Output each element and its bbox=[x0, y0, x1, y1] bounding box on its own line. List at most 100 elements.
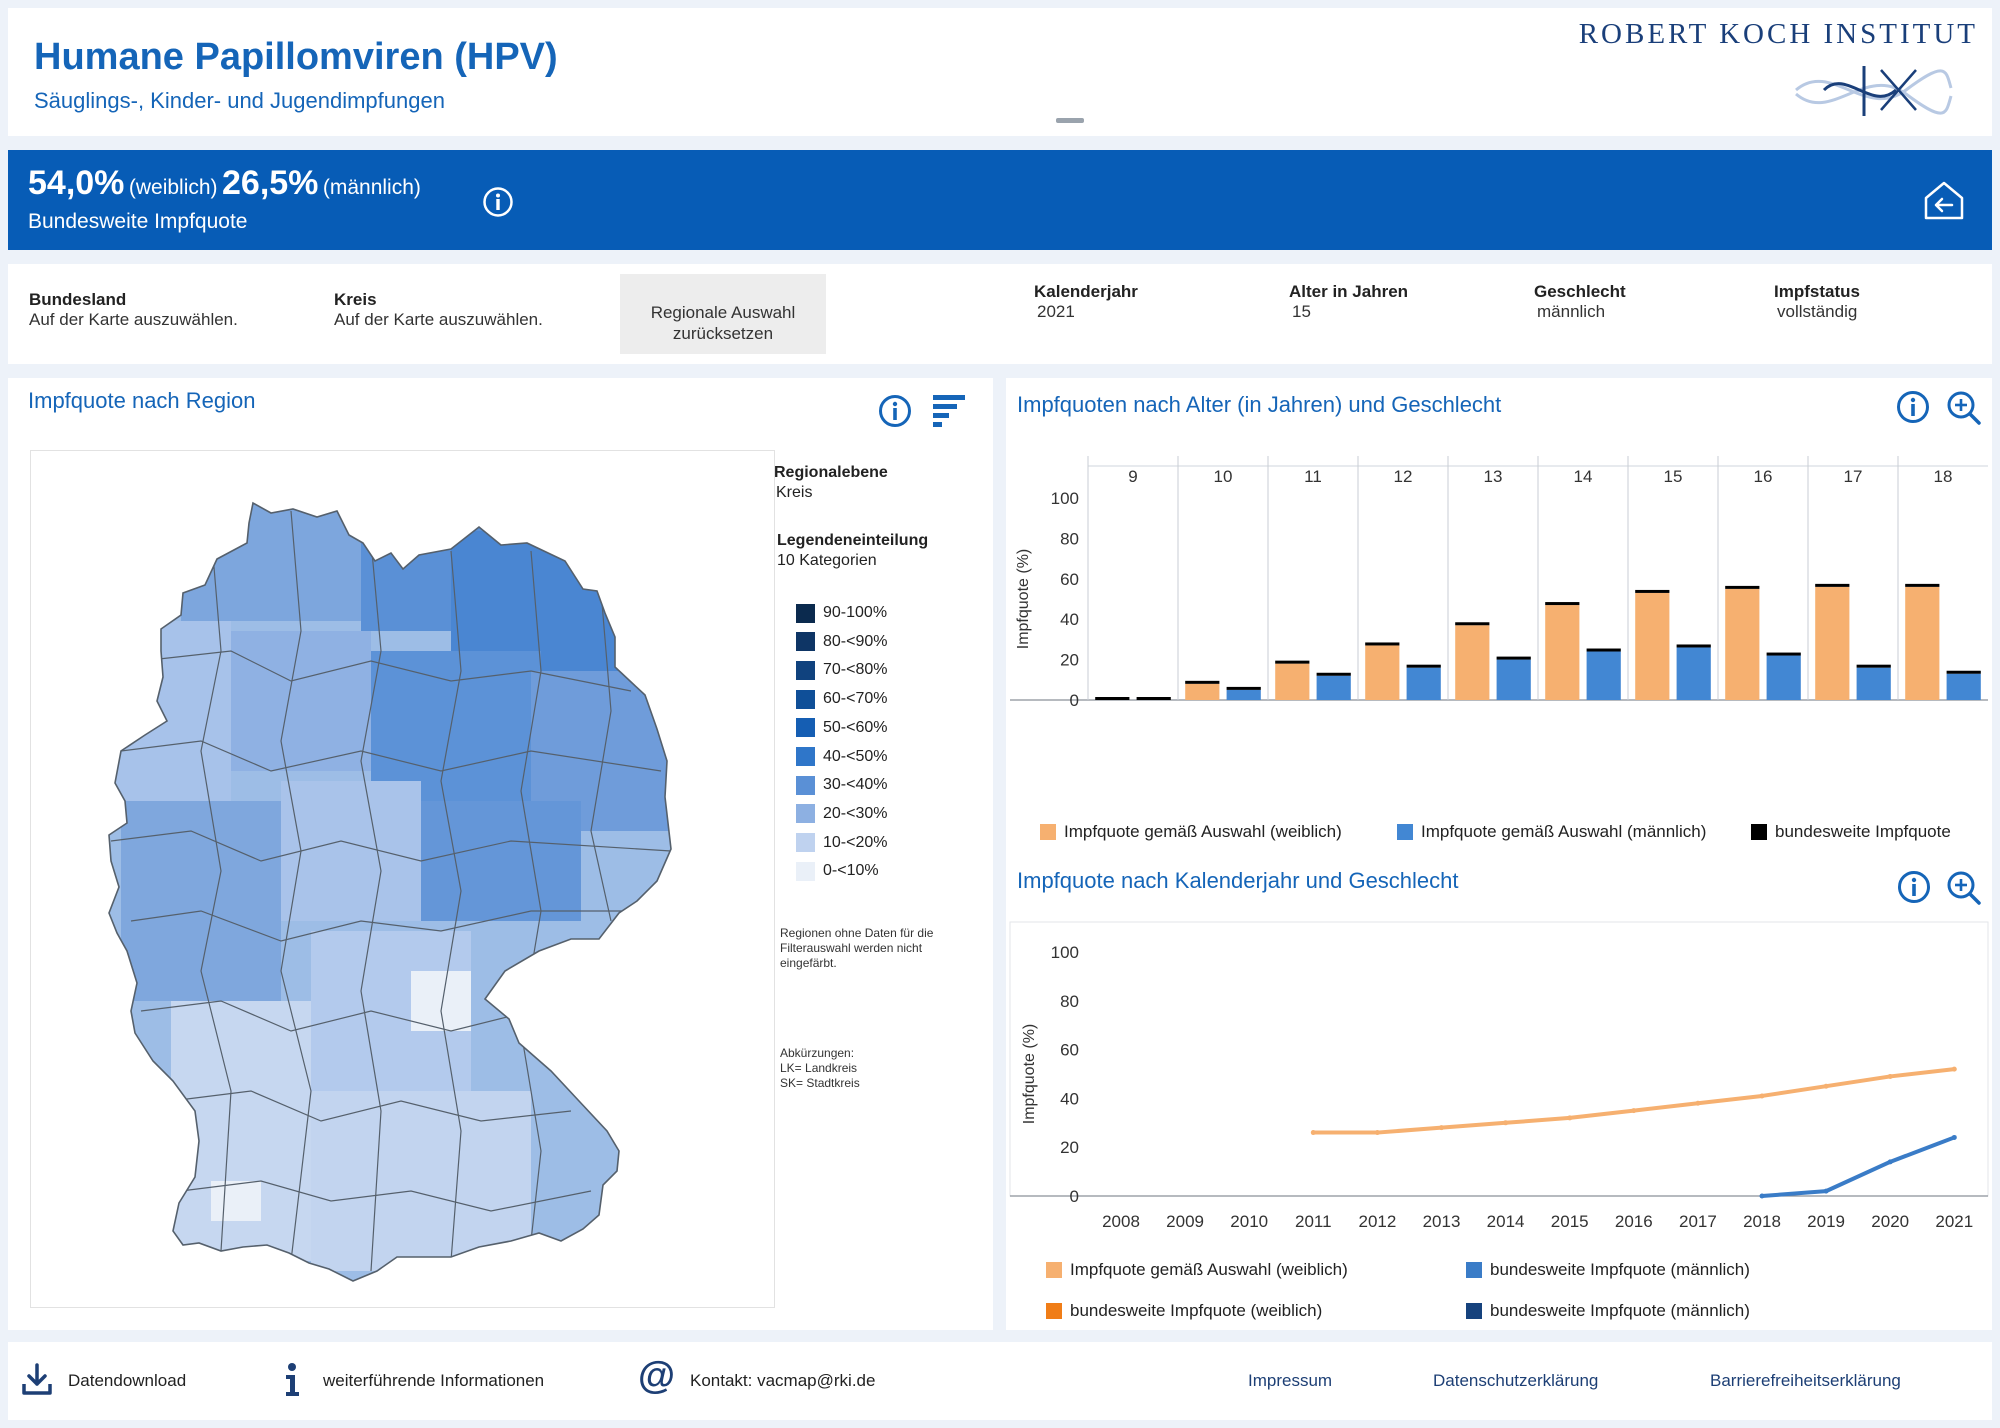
legend-label: 20-<30% bbox=[823, 804, 888, 822]
y-tick-label: 20 bbox=[1060, 651, 1079, 670]
kalenderjahr-select[interactable]: 2021 bbox=[1037, 302, 1075, 322]
info-icon[interactable] bbox=[878, 394, 912, 428]
age-chart-title: Impfquoten nach Alter (in Jahren) und Ge… bbox=[1017, 392, 1502, 417]
impfstatus-select[interactable]: vollständig bbox=[1777, 302, 1857, 322]
download-icon[interactable] bbox=[20, 1362, 54, 1398]
info-icon[interactable] bbox=[482, 186, 514, 218]
abbreviations-note: Abkürzungen: LK= Landkreis SK= Stadtkrei… bbox=[780, 1046, 860, 1091]
bar-female bbox=[1815, 586, 1850, 700]
note-line: eingefärbt. bbox=[780, 956, 837, 970]
y-tick-label: 60 bbox=[1060, 1041, 1079, 1060]
sort-icon[interactable] bbox=[931, 392, 967, 428]
legend-swatch-male bbox=[1397, 824, 1413, 840]
x-tick-label: 2021 bbox=[1935, 1212, 1973, 1231]
info-icon[interactable] bbox=[1897, 870, 1931, 904]
national-marker-male bbox=[1946, 670, 1981, 674]
legend-swatch-female-national bbox=[1046, 1303, 1062, 1319]
alter-label: Alter in Jahren bbox=[1289, 282, 1409, 301]
impressum-link[interactable]: Impressum bbox=[1248, 1371, 1332, 1391]
bundesland-value: Auf der Karte auszuwählen. bbox=[29, 310, 238, 329]
bar-female bbox=[1725, 588, 1760, 700]
legend-item: 60-<70% bbox=[796, 688, 888, 710]
age-category-label: 15 bbox=[1664, 467, 1683, 486]
data-download-link[interactable]: Datendownload bbox=[68, 1371, 186, 1391]
contact-link[interactable]: Kontakt: vacmap@rki.de bbox=[690, 1371, 875, 1391]
legend-label: 0-<10% bbox=[823, 862, 879, 880]
zoom-in-icon[interactable] bbox=[1946, 870, 1982, 906]
bar-male bbox=[1766, 655, 1801, 700]
charts-panel: Impfquoten nach Alter (in Jahren) und Ge… bbox=[1006, 378, 1992, 1330]
bundesland-label: Bundesland bbox=[29, 290, 127, 309]
legend-item: 30-<40% bbox=[796, 774, 888, 796]
legend-item: 50-<60% bbox=[796, 717, 888, 739]
national-marker-female bbox=[1365, 642, 1400, 646]
note-line: Abkürzungen: bbox=[780, 1046, 855, 1060]
legend-swatch bbox=[796, 775, 815, 795]
age-category-label: 18 bbox=[1934, 467, 1953, 486]
legend-swatch bbox=[796, 861, 815, 881]
legend-swatch-female bbox=[1046, 1262, 1062, 1278]
summary-banner: 54,0% (weiblich) 26,5% (männlich) Bundes… bbox=[8, 150, 1992, 250]
germany-map[interactable] bbox=[31, 451, 776, 1309]
age-category-label: 16 bbox=[1754, 467, 1773, 486]
banner-caption: Bundesweite Impfquote bbox=[28, 210, 248, 233]
legend-label: bundesweite Impfquote (weiblich) bbox=[1070, 1301, 1323, 1320]
legend-classes-value[interactable]: 10 Kategorien bbox=[777, 552, 877, 570]
legend-label: 70-<80% bbox=[823, 661, 888, 679]
legend-swatch bbox=[796, 603, 815, 623]
data-point bbox=[1951, 1134, 1957, 1140]
data-point bbox=[1759, 1093, 1765, 1099]
accessibility-link[interactable]: Barrierefreiheitserklärung bbox=[1710, 1371, 1901, 1391]
bar-male bbox=[1496, 659, 1531, 700]
x-tick-label: 2017 bbox=[1679, 1212, 1717, 1231]
bar-female bbox=[1185, 683, 1220, 700]
data-point bbox=[1823, 1188, 1829, 1194]
collapse-handle[interactable] bbox=[1056, 118, 1084, 123]
legend-label: 40-<50% bbox=[823, 747, 888, 765]
legend-swatch bbox=[796, 747, 815, 766]
bar-female bbox=[1545, 605, 1580, 700]
national-marker-male bbox=[1586, 648, 1621, 652]
bar-female bbox=[1455, 625, 1490, 700]
national-marker-male bbox=[1316, 672, 1351, 676]
region-map[interactable] bbox=[30, 450, 775, 1308]
year-line-chart[interactable]: 0 20 40 60 80 100 Impfquote (%) 2008 2009 2010 201… bbox=[1006, 918, 1992, 1240]
no-data-note: Regionen ohne Daten für die Filterauswah… bbox=[780, 926, 933, 971]
legend-item: 90-100% bbox=[796, 602, 887, 624]
reset-label-line2: zurücksetzen bbox=[672, 324, 774, 343]
age-bar-chart[interactable]: 0 20 40 60 80 100 Impfquote (%) 9 10 11 12 13 14 15 16… bbox=[1006, 438, 1992, 798]
bar-male bbox=[1856, 667, 1891, 700]
x-tick-label: 2013 bbox=[1423, 1212, 1461, 1231]
info-icon[interactable] bbox=[282, 1362, 302, 1398]
info-icon[interactable] bbox=[1896, 390, 1930, 424]
reset-region-button[interactable]: Regionale Auswahl zurücksetzen bbox=[620, 274, 826, 354]
x-tick-label: 2012 bbox=[1358, 1212, 1396, 1231]
data-point bbox=[1695, 1100, 1701, 1106]
alter-select[interactable]: 15 bbox=[1292, 302, 1311, 322]
legend-label: Impfquote gemäß Auswahl (weiblich) bbox=[1064, 822, 1342, 841]
bar-male bbox=[1676, 647, 1711, 700]
x-tick-label: 2008 bbox=[1102, 1212, 1140, 1231]
geschlecht-select[interactable]: männlich bbox=[1537, 302, 1605, 322]
note-line: Regionen ohne Daten für die bbox=[780, 926, 934, 940]
national-marker-female bbox=[1905, 583, 1940, 587]
data-point bbox=[1439, 1125, 1444, 1131]
y-axis-label: Impfquote (%) bbox=[1021, 1024, 1038, 1124]
map-panel: Impfquote nach Region Regionalebene Krei… bbox=[8, 378, 993, 1330]
regionalebene-value[interactable]: Kreis bbox=[776, 484, 812, 502]
data-point bbox=[1631, 1108, 1637, 1114]
y-tick-label: 40 bbox=[1060, 610, 1079, 629]
legend-item: 70-<80% bbox=[796, 659, 888, 681]
zoom-in-icon[interactable] bbox=[1946, 390, 1982, 426]
geschlecht-label: Geschlecht bbox=[1534, 282, 1626, 301]
legend-swatch bbox=[796, 833, 815, 853]
bar-male bbox=[1226, 689, 1261, 700]
further-info-link[interactable]: weiterführende Informationen bbox=[323, 1371, 544, 1391]
privacy-link[interactable]: Datenschutzerklärung bbox=[1433, 1371, 1598, 1391]
national-marker-male bbox=[1676, 644, 1711, 648]
legend-label: bundesweite Impfquote bbox=[1775, 822, 1951, 841]
y-tick-label: 0 bbox=[1070, 691, 1079, 710]
home-return-icon[interactable] bbox=[1922, 178, 1966, 222]
legend-swatch-male-national bbox=[1466, 1262, 1482, 1278]
female-rate-label: (weiblich) bbox=[128, 176, 218, 199]
